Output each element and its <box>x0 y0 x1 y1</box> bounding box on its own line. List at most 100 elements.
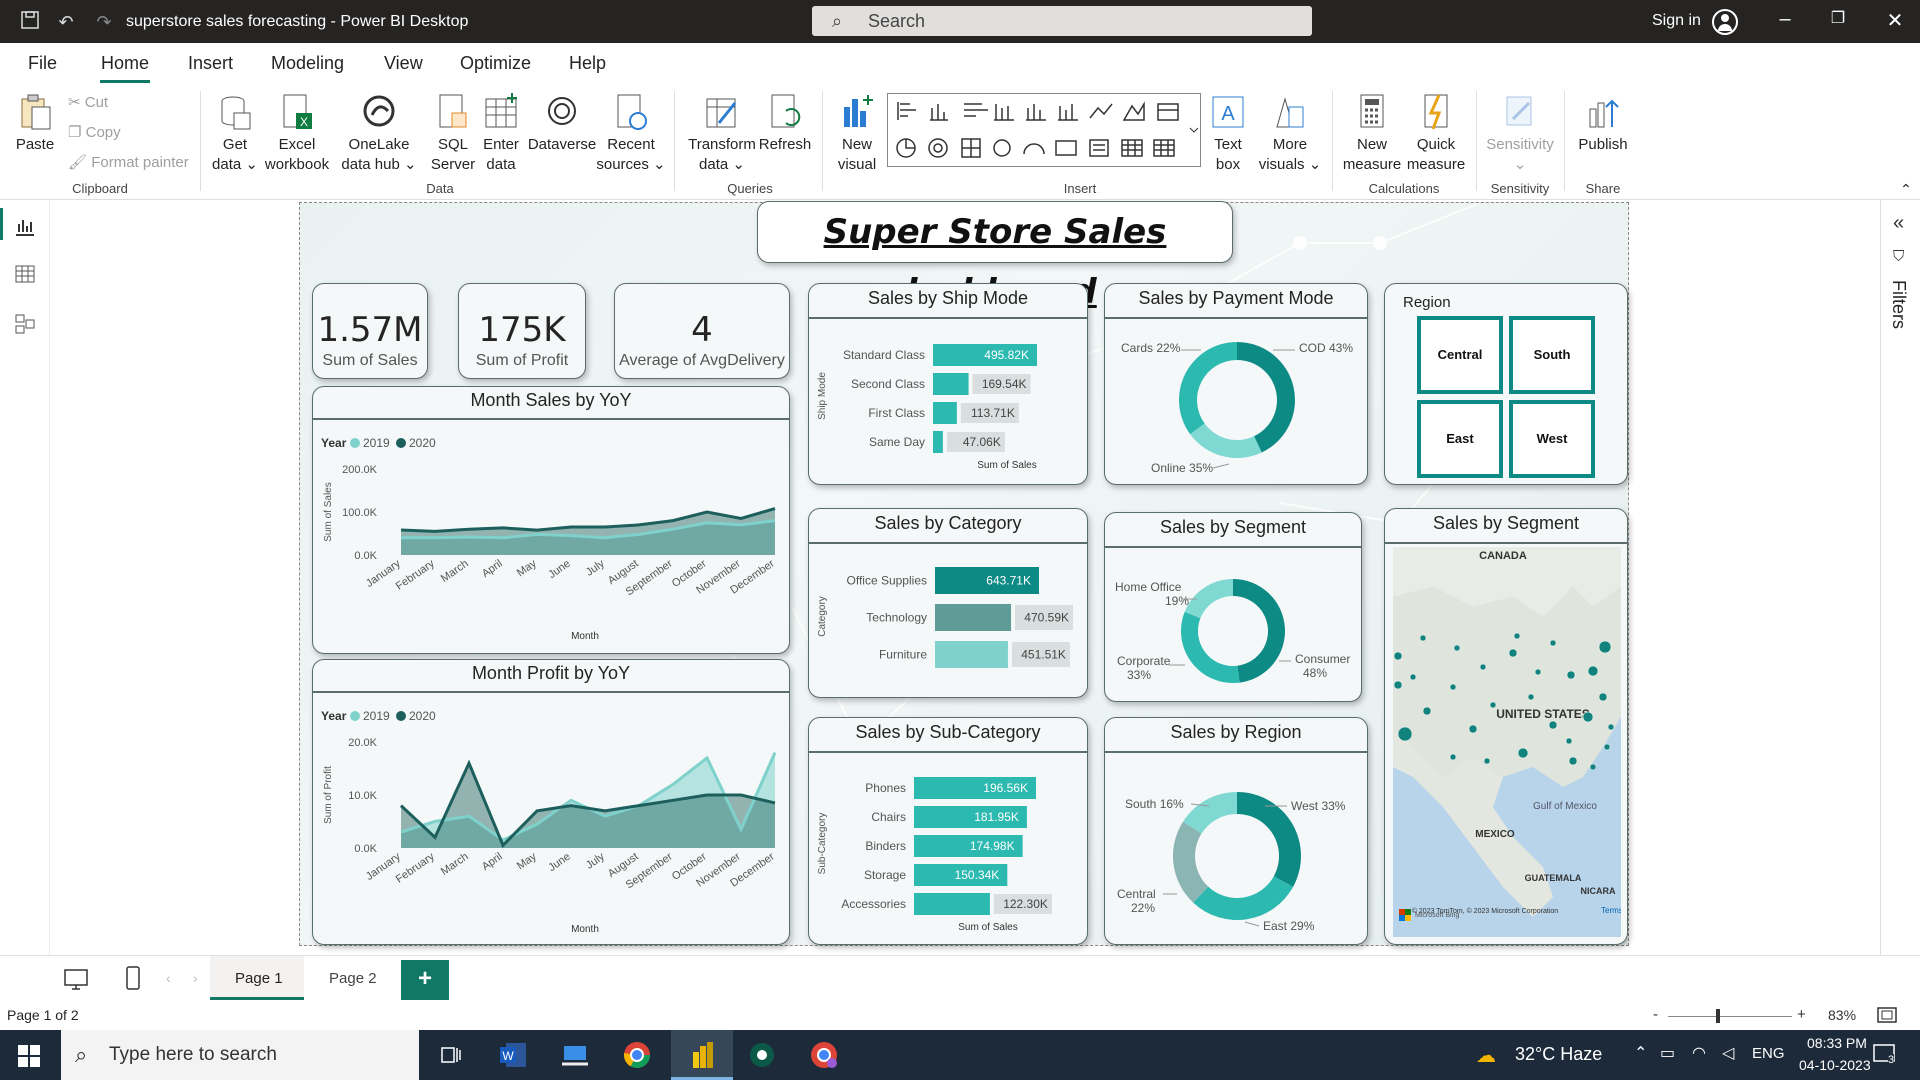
bar[interactable] <box>933 431 943 453</box>
zoom-slider[interactable] <box>1668 1016 1792 1017</box>
kpi-card-sales[interactable]: 1.57M Sum of Sales <box>312 283 428 379</box>
volume-icon[interactable]: ◁ <box>1722 1043 1734 1063</box>
restore-icon[interactable]: ❐ <box>1818 8 1858 28</box>
clock-date[interactable]: 04-10-2023 <box>1799 1057 1871 1073</box>
slicer-tile-west[interactable]: West <box>1509 400 1595 478</box>
close-icon[interactable]: ✕ <box>1875 8 1915 33</box>
minimize-icon[interactable]: – <box>1765 8 1805 31</box>
zoom-thumb[interactable] <box>1716 1009 1720 1023</box>
new-measure-button[interactable]: New measure <box>1340 93 1404 175</box>
slicer-tile-east[interactable]: East <box>1417 400 1503 478</box>
page-tab-1[interactable]: Page 1 <box>210 956 304 1000</box>
page-tab-2[interactable]: Page 2 <box>310 956 394 1000</box>
mobile-layout-icon[interactable] <box>124 964 142 994</box>
save-icon[interactable] <box>18 10 42 34</box>
filters-label[interactable]: Filters <box>1888 280 1909 329</box>
dataverse-button[interactable]: Dataverse <box>526 93 598 155</box>
legend-entry[interactable]: 2019 <box>363 709 390 723</box>
weather-text[interactable]: 32°C Haze <box>1515 1044 1602 1065</box>
clock-time[interactable]: 08:33 PM <box>1807 1035 1867 1051</box>
slicer-tile-central[interactable]: Central <box>1417 316 1503 394</box>
quick-measure-button[interactable]: Quick measure <box>1404 93 1468 175</box>
search-input[interactable]: ⌕ Search <box>812 6 1312 36</box>
wifi-icon[interactable]: ◠ <box>1692 1043 1706 1063</box>
menu-home[interactable]: Home <box>101 53 149 74</box>
app-icon[interactable] <box>747 1040 777 1070</box>
recent-sources-button[interactable]: Recent sources ⌄ <box>596 93 666 175</box>
slice-consumer[interactable] <box>1233 579 1286 683</box>
menu-modeling[interactable]: Modeling <box>271 53 344 74</box>
add-page-button[interactable]: + <box>401 960 449 1000</box>
kpi-card-avg-delivery[interactable]: 4 Average of AvgDelivery <box>614 283 790 379</box>
task-view-icon[interactable] <box>436 1040 466 1070</box>
weather-icon[interactable]: ☁ <box>1476 1043 1496 1068</box>
language-indicator[interactable]: ENG <box>1752 1045 1785 1062</box>
transform-data-button[interactable]: Transform data ⌄ <box>684 93 760 175</box>
category-chart[interactable]: Sales by Category Office Supplies 643.71K… <box>808 508 1088 698</box>
legend-entry[interactable]: 2020 <box>409 436 436 450</box>
legend-entry[interactable]: 2020 <box>409 709 436 723</box>
copy-button[interactable]: ❐ Copy <box>68 123 121 141</box>
sign-in-link[interactable]: Sign in <box>1652 12 1701 30</box>
segment-chart[interactable]: Sales by Segment Consumer 48% Corporate 33%… <box>1104 512 1362 702</box>
windows-start-icon[interactable] <box>18 1045 40 1067</box>
redo-icon[interactable]: ↷ <box>92 10 116 34</box>
tray-chevron-icon[interactable]: ⌃ <box>1634 1043 1647 1063</box>
menu-optimize[interactable]: Optimize <box>460 53 531 74</box>
zoom-out-button[interactable]: - <box>1653 1006 1658 1023</box>
bar[interactable] <box>914 893 990 915</box>
cut-button[interactable]: ✂ Cut <box>68 93 108 111</box>
menu-file[interactable]: File <box>28 53 57 74</box>
kpi-card-profit[interactable]: 175K Sum of Profit <box>458 283 586 379</box>
fit-to-page-icon[interactable] <box>1876 1006 1898 1024</box>
onelake-button[interactable]: OneLake data hub ⌄ <box>332 93 426 175</box>
slice-corporate[interactable] <box>1181 611 1240 683</box>
month-sales-chart[interactable]: Month Sales by YoY Year 2019 2020 200.0K 100… <box>312 386 790 654</box>
taskbar-search-input[interactable]: ⌕ Type here to search <box>61 1030 419 1080</box>
bar[interactable] <box>933 402 957 424</box>
slice-online[interactable] <box>1179 342 1237 435</box>
menu-help[interactable]: Help <box>569 53 606 74</box>
region-slicer[interactable]: Region Central South East West <box>1384 283 1628 485</box>
model-view-icon[interactable] <box>13 312 37 336</box>
region-chart[interactable]: Sales by Region West 33% East 29% Central 2… <box>1104 717 1368 945</box>
slice-central[interactable] <box>1173 821 1209 903</box>
text-box-button[interactable]: A Text box <box>1208 93 1248 175</box>
chrome-profile-icon[interactable] <box>809 1040 839 1070</box>
sensitivity-button[interactable]: Sensitivity ⌄ <box>1484 93 1556 175</box>
month-profit-chart[interactable]: Month Profit by YoY Year 2019 2020 20.0K 10.… <box>312 659 790 945</box>
report-view-icon[interactable] <box>13 214 37 238</box>
slice-cards[interactable] <box>1190 423 1262 458</box>
battery-icon[interactable]: ▭ <box>1660 1043 1675 1063</box>
bar[interactable] <box>933 373 969 395</box>
excel-workbook-button[interactable]: X Excel workbook <box>262 93 332 175</box>
sql-server-button[interactable]: SQL Server <box>428 93 478 175</box>
get-data-button[interactable]: Get data ⌄ <box>210 93 260 175</box>
menu-insert[interactable]: Insert <box>188 53 233 74</box>
segment-map[interactable]: Sales by Segment CANADA UNITED STATES ME… <box>1384 508 1628 945</box>
visual-gallery[interactable] <box>887 93 1201 167</box>
slice-east[interactable] <box>1193 876 1294 920</box>
new-visual-button[interactable]: New visual <box>832 93 882 175</box>
word-icon[interactable]: W <box>498 1040 528 1070</box>
legend-entry[interactable]: 2019 <box>363 436 390 450</box>
slice-cod[interactable] <box>1237 342 1295 453</box>
map-terms-link[interactable]: Terms <box>1601 906 1621 915</box>
more-visuals-button[interactable]: More visuals ⌄ <box>1254 93 1326 175</box>
desktop-layout-icon[interactable] <box>62 966 90 994</box>
bar[interactable] <box>935 641 1008 668</box>
format-painter-button[interactable]: 🖌 Format painter <box>68 153 189 171</box>
chrome-icon[interactable] <box>622 1040 652 1070</box>
paste-button[interactable]: Paste <box>12 93 58 155</box>
slicer-tile-south[interactable]: South <box>1509 316 1595 394</box>
bar[interactable] <box>935 604 1012 631</box>
powerbi-taskbar-item[interactable] <box>671 1030 733 1080</box>
expand-pane-icon[interactable]: « <box>1893 212 1904 235</box>
collapse-ribbon-icon[interactable]: ⌃ <box>1898 179 1914 199</box>
table-view-icon[interactable] <box>13 262 37 286</box>
next-page-icon[interactable]: › <box>193 970 198 986</box>
payment-mode-chart[interactable]: Sales by Payment Mode COD 43% Cards 22% On… <box>1104 283 1368 485</box>
menu-view[interactable]: View <box>384 53 423 74</box>
ship-mode-chart[interactable]: Sales by Ship Mode Standard Class 495.82K… <box>808 283 1088 485</box>
refresh-button[interactable]: Refresh <box>758 93 812 155</box>
